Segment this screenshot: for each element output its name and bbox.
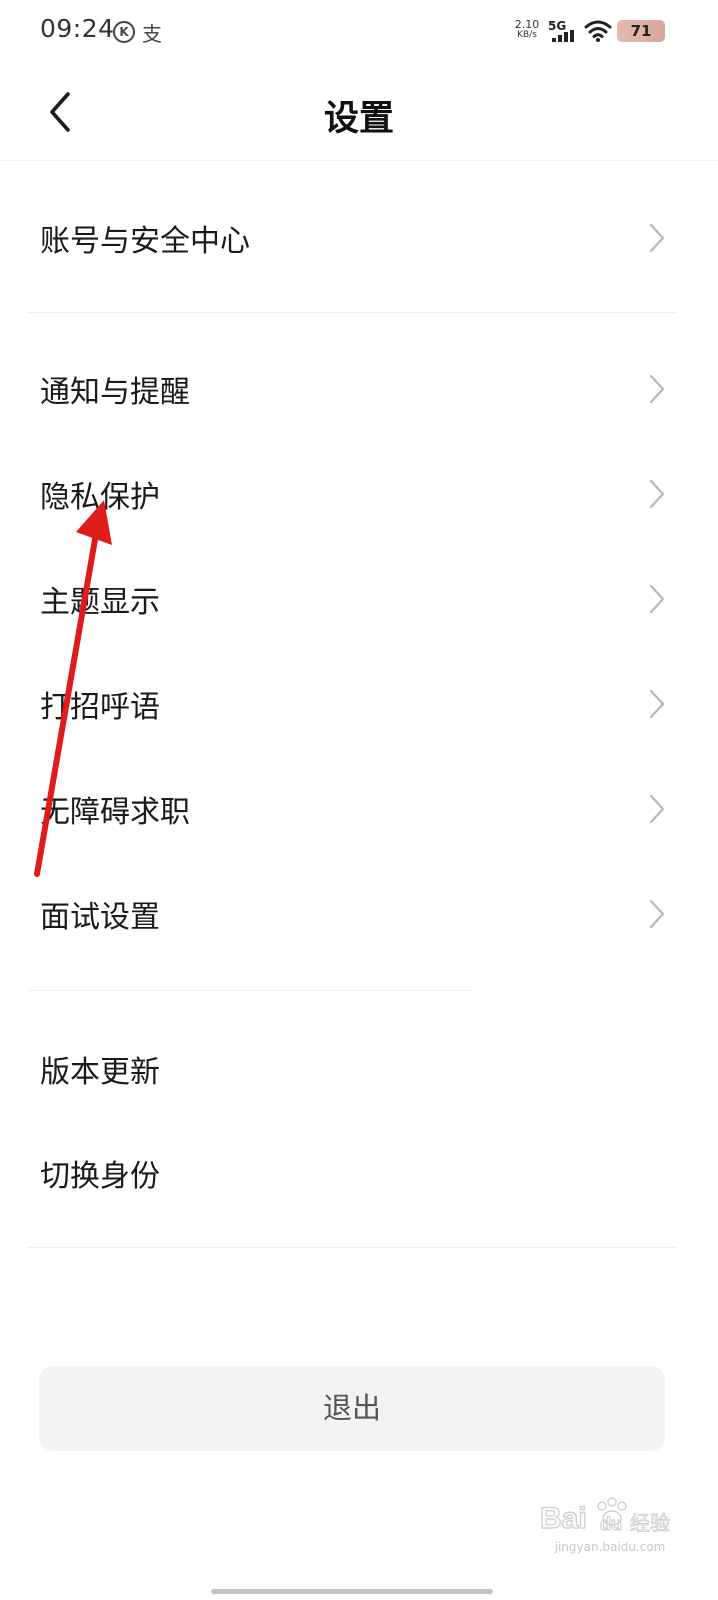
status-time: 09:24 [40,14,115,43]
menu-item-label: 版本更新 [40,1055,160,1090]
menu-item-theme[interactable]: 主题显示 [0,551,718,647]
home-indicator[interactable] [211,1589,493,1594]
baidu-watermark-logo: Bai du 经验 [540,1497,670,1536]
svg-text:Bai: Bai [540,1502,587,1535]
menu-item-notifications[interactable]: 通知与提醒 [0,341,718,437]
chevron-right-icon [649,374,665,404]
svg-text:du: du [600,1514,622,1534]
menu-item-privacy[interactable]: 隐私保护 [0,446,718,542]
menu-item-label: 切换身份 [40,1159,160,1194]
menu-item-label: 主题显示 [40,585,160,620]
chevron-right-icon [649,794,665,824]
section-divider [28,990,474,991]
section-divider [28,1247,676,1248]
logout-button[interactable]: 退出 [39,1366,665,1451]
battery-icon: 71 [617,20,665,42]
signal-icon [552,30,574,42]
k-notification-icon: K [113,21,135,43]
menu-item-greeting[interactable]: 打招呼语 [0,656,718,752]
menu-item-label: 面试设置 [40,900,160,935]
menu-item-accessibility[interactable]: 无障碍求职 [0,761,718,857]
menu-item-label: 隐私保护 [40,480,160,515]
section-divider [28,312,676,313]
nav-bar: 设置 [0,64,718,161]
chevron-right-icon [649,479,665,509]
menu-item-label: 打招呼语 [40,690,160,725]
menu-item-version-update[interactable]: 版本更新 [0,1021,718,1117]
menu-item-account-security[interactable]: 账号与安全中心 [0,190,718,286]
alipay-notification-icon: 支 [142,22,162,46]
network-speed-value: 2.10 [514,18,540,31]
page-title: 设置 [323,99,394,139]
network-speed: 2.10 KB/s [512,19,542,41]
chevron-right-icon [649,899,665,929]
menu-item-label: 通知与提醒 [40,375,190,410]
menu-item-label: 账号与安全中心 [40,224,250,259]
watermark-url: jingyan.baidu.com [554,1540,666,1554]
menu-item-label: 无障碍求职 [40,795,190,830]
battery-level: 71 [630,22,652,40]
chevron-right-icon [649,689,665,719]
status-bar: 09:24 K 支 2.10 KB/s 5G 71 [0,0,718,64]
chevron-right-icon [649,223,665,253]
menu-item-switch-identity[interactable]: 切换身份 [0,1125,718,1221]
menu-item-interview[interactable]: 面试设置 [0,866,718,962]
chevron-right-icon [649,584,665,614]
wifi-icon [584,20,612,42]
svg-text:经验: 经验 [630,1511,670,1535]
network-speed-unit: KB/s [517,30,537,40]
